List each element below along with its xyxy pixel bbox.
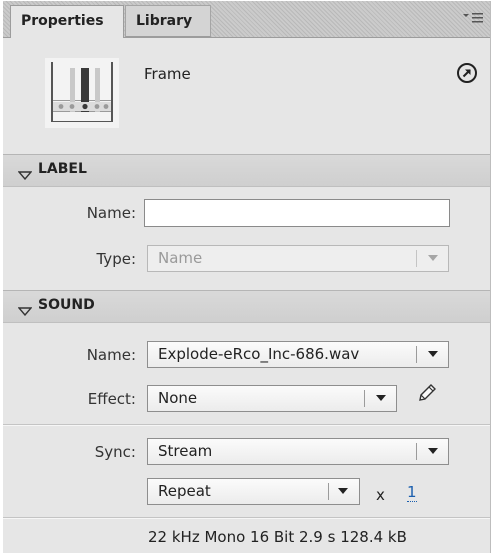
triangle-down-icon[interactable] (17, 166, 33, 184)
repeat-select[interactable]: Repeat (147, 478, 360, 505)
effect-value: None (158, 389, 198, 407)
label-name-input[interactable] (144, 199, 450, 227)
sound-section-title: SOUND (38, 297, 95, 313)
chevron-down-icon (428, 351, 438, 357)
panel-title: Frame (144, 65, 191, 83)
sound-info: 22 kHz Mono 16 Bit 2.9 s 128.4 kB (148, 528, 407, 546)
label-type-value: Name (158, 249, 203, 267)
tab-library[interactable]: Library (125, 5, 211, 37)
tab-bar: Properties Library (3, 1, 490, 38)
chevron-down-icon (428, 448, 438, 454)
sound-name-select[interactable]: Explode-eRco_Inc-686.wav (147, 341, 449, 368)
label-type-select: Name (147, 245, 449, 272)
chevron-down-icon (428, 255, 438, 261)
label-type-label: Type: (96, 250, 136, 268)
effect-select[interactable]: None (147, 385, 397, 412)
help-arrow-icon[interactable] (456, 62, 478, 84)
sync-label: Sync: (94, 443, 136, 461)
effect-label: Effect: (87, 390, 136, 408)
chevron-down-icon (376, 395, 386, 401)
repeat-x-label: x (376, 486, 385, 504)
label-section-header[interactable]: LABEL (3, 154, 490, 187)
sync-select[interactable]: Stream (147, 438, 449, 465)
chevron-down-icon (338, 488, 348, 494)
repeat-value: Repeat (158, 482, 211, 500)
tab-properties[interactable]: Properties (10, 5, 124, 38)
properties-panel: Properties Library Frame LABEL Name: Typ… (3, 1, 491, 553)
label-name-label: Name: (86, 204, 136, 222)
sound-name-label: Name: (86, 346, 136, 364)
triangle-down-icon[interactable] (17, 302, 33, 320)
pencil-icon[interactable] (416, 382, 438, 404)
sound-name-value: Explode-eRco_Inc-686.wav (158, 345, 360, 363)
sync-value: Stream (158, 442, 213, 460)
panel-menu-icon[interactable] (462, 11, 484, 25)
label-section-title: LABEL (38, 161, 87, 177)
repeat-count[interactable]: 1 (407, 483, 417, 502)
sound-section-header[interactable]: SOUND (3, 290, 490, 323)
frame-icon (45, 58, 119, 128)
